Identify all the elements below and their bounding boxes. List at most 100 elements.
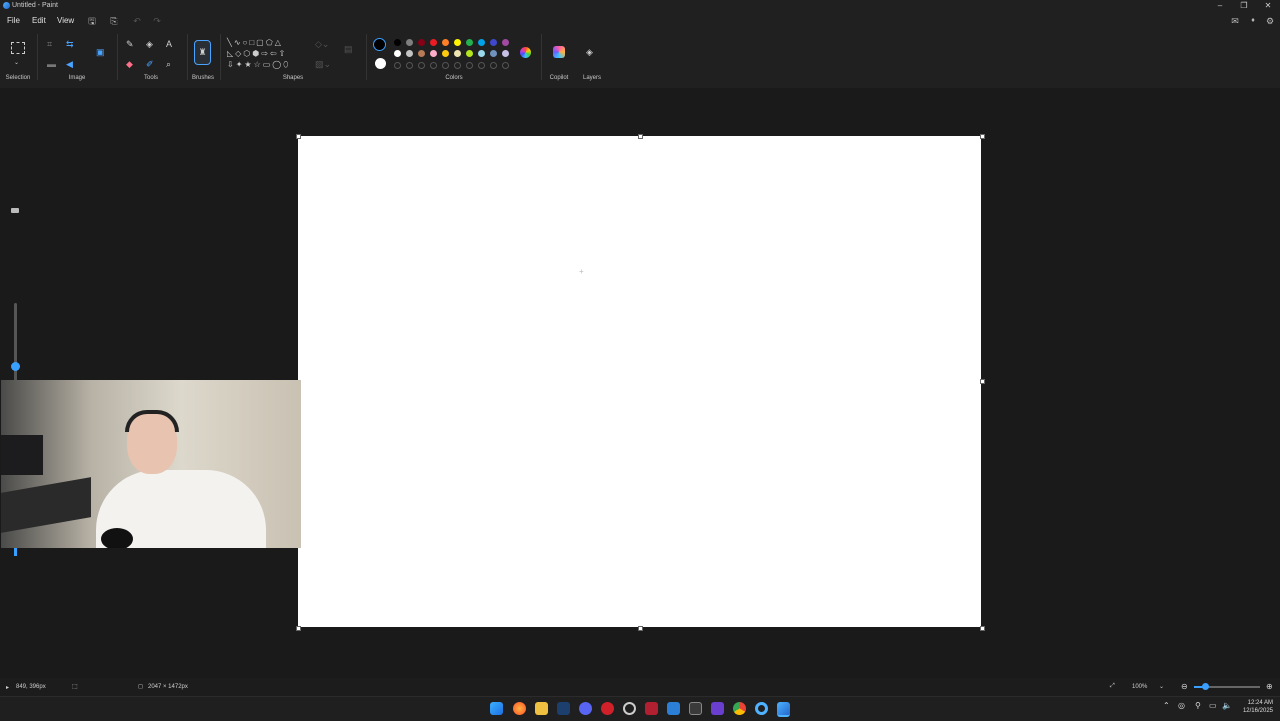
clock-time[interactable]: 12:24 AM — [1238, 700, 1273, 706]
taskbar-app-icon-5[interactable] — [755, 702, 768, 715]
save-icon[interactable]: 🖫 — [86, 15, 98, 27]
notifications-icon[interactable]: ♦ — [1247, 15, 1259, 27]
color-swatch[interactable] — [394, 39, 401, 46]
start-icon[interactable] — [490, 702, 503, 715]
image-select-icon[interactable]: ▣ — [96, 47, 105, 57]
menu-view[interactable]: View — [57, 16, 74, 25]
color-picker-icon[interactable]: ✐ — [146, 59, 154, 69]
outline-icon[interactable]: ◇⌄ — [315, 39, 329, 49]
color-swatch[interactable] — [442, 50, 449, 57]
feedback-icon[interactable]: ✉ — [1229, 15, 1241, 27]
settings-gear-icon[interactable]: ⚙ — [1264, 15, 1276, 27]
canvas-handle-bottom[interactable] — [638, 626, 643, 631]
maximize-button[interactable]: ❐ — [1232, 0, 1256, 12]
custom-color-slot[interactable] — [466, 62, 473, 69]
tray-overflow-icon[interactable]: ⌃ — [1163, 701, 1170, 710]
menu-edit[interactable]: Edit — [32, 16, 46, 25]
rotate-icon[interactable]: ◀ — [66, 59, 73, 69]
shapes-gallery[interactable]: ╲∿○□▢⬠△ ◺◇⬡⬢⇨⇦⇧ ⇩✦★☆▭◯⬯ — [227, 37, 307, 73]
taskbar-app-icon-2[interactable] — [601, 702, 614, 715]
zoom-level[interactable]: 100% — [1132, 684, 1147, 690]
layers-icon[interactable]: ◈ — [586, 47, 593, 57]
color-swatch[interactable] — [418, 39, 425, 46]
brush-size-slider-thumb[interactable] — [11, 362, 20, 371]
color-swatch[interactable] — [418, 50, 425, 57]
custom-color-slot[interactable] — [418, 62, 425, 69]
custom-color-slot[interactable] — [442, 62, 449, 69]
crop-icon[interactable]: ⌗ — [47, 39, 52, 49]
background-icon[interactable]: ▬ — [47, 59, 56, 69]
undo-icon[interactable]: ↶ — [131, 15, 143, 27]
canvas-handle-right[interactable] — [980, 379, 985, 384]
volume-icon[interactable]: 🔈 — [1222, 701, 1232, 710]
opacity-slider-thumb[interactable] — [14, 548, 17, 556]
color-swatch[interactable] — [490, 50, 497, 57]
color-swatch[interactable] — [478, 50, 485, 57]
selection-dropdown-chevron-icon[interactable]: ⌄ — [14, 58, 19, 68]
color-swatch[interactable] — [394, 50, 401, 57]
zoom-dropdown-chevron-icon[interactable]: ⌄ — [1159, 683, 1164, 690]
copilot-icon[interactable] — [553, 46, 565, 58]
drawing-canvas[interactable]: + — [298, 136, 981, 627]
eraser-icon[interactable]: ◆ — [126, 59, 133, 69]
color-swatch[interactable] — [490, 39, 497, 46]
canvas-handle-top-left[interactable] — [296, 134, 301, 139]
primary-color-swatch[interactable] — [373, 38, 386, 51]
canvas-handle-bottom-right[interactable] — [980, 626, 985, 631]
menu-file[interactable]: File — [7, 16, 20, 25]
custom-color-slot[interactable] — [478, 62, 485, 69]
tray-app-icon[interactable]: ◎ — [1178, 701, 1185, 710]
color-swatch[interactable] — [466, 39, 473, 46]
custom-color-slot[interactable] — [394, 62, 401, 69]
color-swatch[interactable] — [454, 39, 461, 46]
edit-colors-icon[interactable] — [520, 47, 531, 58]
obs-icon[interactable] — [623, 702, 636, 715]
color-swatch[interactable] — [502, 39, 509, 46]
minimize-button[interactable]: – — [1208, 0, 1232, 12]
text-tool-icon[interactable]: A — [166, 39, 172, 49]
resize-icon[interactable]: ⇆ — [66, 39, 74, 49]
color-swatch[interactable] — [454, 50, 461, 57]
share-icon[interactable]: ⎘ — [108, 15, 120, 27]
chrome-icon[interactable] — [733, 702, 746, 715]
network-icon[interactable]: ▭ — [1209, 701, 1217, 710]
firefox-icon[interactable] — [513, 702, 526, 715]
canvas-handle-top-right[interactable] — [980, 134, 985, 139]
secondary-color-swatch[interactable] — [375, 58, 386, 69]
brush-icon[interactable]: ♜ — [194, 40, 211, 65]
color-swatch[interactable] — [406, 50, 413, 57]
custom-color-slot[interactable] — [502, 62, 509, 69]
color-swatch[interactable] — [406, 39, 413, 46]
terminal-icon[interactable] — [689, 702, 702, 715]
magnifier-icon[interactable]: ⌕ — [166, 59, 171, 69]
discord-icon[interactable] — [579, 702, 592, 715]
paint-taskbar-icon[interactable] — [777, 702, 790, 717]
taskbar-app-icon-3[interactable] — [645, 702, 658, 715]
color-swatch[interactable] — [466, 50, 473, 57]
color-swatch[interactable] — [442, 39, 449, 46]
shape-fill-icon[interactable]: ▤ — [344, 44, 353, 54]
color-swatch[interactable] — [430, 39, 437, 46]
color-swatch[interactable] — [430, 50, 437, 57]
fill-style-icon[interactable]: ▨⌄ — [315, 59, 331, 69]
redo-icon[interactable]: ↷ — [151, 15, 163, 27]
taskbar-app-icon-4[interactable] — [711, 702, 724, 715]
pencil-icon[interactable]: ✎ — [126, 39, 134, 49]
zoom-slider-thumb[interactable] — [1202, 683, 1209, 690]
custom-color-slot[interactable] — [490, 62, 497, 69]
clock-date[interactable]: 12/16/2025 — [1236, 708, 1273, 714]
custom-color-slot[interactable] — [454, 62, 461, 69]
custom-color-slot[interactable] — [430, 62, 437, 69]
custom-color-slot[interactable] — [406, 62, 413, 69]
color-swatch[interactable] — [478, 39, 485, 46]
zoom-in-icon[interactable]: ⊕ — [1266, 682, 1273, 691]
canvas-handle-bottom-left[interactable] — [296, 626, 301, 631]
file-explorer-icon[interactable] — [535, 702, 548, 715]
fit-to-window-icon[interactable]: ⤢ — [1110, 683, 1115, 690]
microphone-icon[interactable]: ⚲ — [1195, 701, 1201, 710]
vscode-icon[interactable] — [667, 702, 680, 715]
fill-bucket-icon[interactable]: ◈ — [146, 39, 153, 49]
color-swatch[interactable] — [502, 50, 509, 57]
canvas-handle-top[interactable] — [638, 134, 643, 139]
zoom-out-icon[interactable]: ⊖ — [1181, 682, 1188, 691]
